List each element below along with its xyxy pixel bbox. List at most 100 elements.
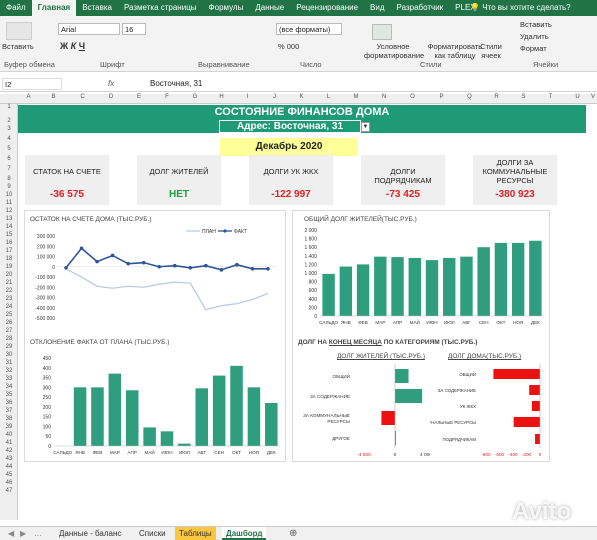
ribbon-tab-0[interactable]: Файл <box>0 0 32 16</box>
column-header[interactable]: A <box>18 94 39 100</box>
row-header[interactable]: 19 <box>0 264 18 270</box>
row-header[interactable]: 26 <box>0 320 18 326</box>
row-header[interactable]: 11 <box>0 200 18 206</box>
dropdown-arrow-icon[interactable]: ▼ <box>361 122 370 132</box>
row-header[interactable]: 1 <box>0 104 18 110</box>
row-header[interactable]: 16 <box>0 240 18 246</box>
row-header[interactable]: 27 <box>0 328 18 334</box>
formula-input[interactable]: Восточная, 31 <box>150 79 202 88</box>
delete-cells-button[interactable]: Удалить <box>520 32 549 41</box>
column-header[interactable]: U <box>564 94 591 100</box>
row-header[interactable]: 24 <box>0 304 18 310</box>
ribbon-tab-5[interactable]: Данные <box>249 0 290 16</box>
font-name-select[interactable]: Arial <box>58 23 120 35</box>
row-header[interactable]: 36 <box>0 400 18 406</box>
column-header[interactable]: H <box>209 94 234 100</box>
column-header[interactable]: J <box>261 94 288 100</box>
column-header[interactable]: T <box>537 94 564 100</box>
format-cells-button[interactable]: Формат <box>520 44 547 53</box>
row-header[interactable]: 20 <box>0 272 18 278</box>
row-header[interactable]: 28 <box>0 336 18 342</box>
column-header[interactable]: M <box>342 94 370 100</box>
row-header[interactable]: 10 <box>0 192 18 198</box>
row-header[interactable]: 29 <box>0 344 18 350</box>
column-header[interactable]: C <box>68 94 97 100</box>
tell-me-box[interactable]: 💡 Что вы хотите сделать? <box>470 3 571 12</box>
row-header[interactable]: 44 <box>0 464 18 470</box>
percent-button[interactable]: % 000 <box>278 42 299 51</box>
column-header[interactable]: D <box>97 94 125 100</box>
sheet-tab-lists[interactable]: Списки <box>135 527 170 540</box>
column-header[interactable]: I <box>234 94 261 100</box>
row-header[interactable]: 31 <box>0 360 18 366</box>
font-size-select[interactable]: 16 <box>122 23 146 35</box>
row-header[interactable]: 37 <box>0 408 18 414</box>
add-sheet-icon[interactable]: ⊕ <box>285 527 301 540</box>
cell-styles-button[interactable]: Стили ячеек <box>476 42 506 60</box>
nav-right-icon[interactable]: ▶ <box>16 527 30 540</box>
column-header[interactable]: L <box>315 94 342 100</box>
row-header[interactable]: 15 <box>0 232 18 238</box>
ribbon-tab-3[interactable]: Разметка страницы <box>118 0 203 16</box>
row-header[interactable]: 18 <box>0 256 18 262</box>
row-header[interactable]: 13 <box>0 216 18 222</box>
row-header[interactable]: 42 <box>0 448 18 454</box>
row-header[interactable]: 39 <box>0 424 18 430</box>
row-header[interactable]: 5 <box>0 146 18 152</box>
row-header[interactable]: 32 <box>0 368 18 374</box>
row-header[interactable]: 41 <box>0 440 18 446</box>
name-box[interactable]: I2 <box>2 78 62 90</box>
insert-cells-button[interactable]: Вставить <box>520 20 552 29</box>
row-header[interactable]: 2 <box>0 118 18 124</box>
column-header[interactable]: G <box>181 94 209 100</box>
column-header[interactable]: Q <box>456 94 483 100</box>
number-format-select[interactable]: (все форматы) <box>276 23 342 35</box>
row-header[interactable]: 46 <box>0 480 18 486</box>
row-header[interactable]: 43 <box>0 456 18 462</box>
row-header[interactable]: 35 <box>0 392 18 398</box>
column-header[interactable]: P <box>427 94 456 100</box>
row-header[interactable]: 9 <box>0 184 18 190</box>
column-header[interactable]: K <box>288 94 315 100</box>
paste-button[interactable]: Вставить <box>2 42 34 51</box>
column-header[interactable]: F <box>153 94 181 100</box>
column-header[interactable]: B <box>39 94 68 100</box>
ribbon-tab-8[interactable]: Разработчик <box>391 0 450 16</box>
ribbon-tab-2[interactable]: Вставка <box>76 0 118 16</box>
conditional-format-button[interactable]: Условное форматирование <box>364 42 424 60</box>
ribbon-tab-1[interactable]: Главная <box>31 0 77 16</box>
column-header[interactable]: O <box>398 94 427 100</box>
row-header[interactable]: 25 <box>0 312 18 318</box>
ribbon-tab-6[interactable]: Рецензирование <box>290 0 364 16</box>
row-header[interactable]: 33 <box>0 376 18 382</box>
column-header[interactable]: N <box>370 94 398 100</box>
row-header[interactable]: 40 <box>0 432 18 438</box>
row-header[interactable]: 3 <box>0 126 18 132</box>
sheet-tab-tables[interactable]: Таблицы <box>175 527 216 540</box>
row-header[interactable]: 8 <box>0 176 18 182</box>
row-header[interactable]: 23 <box>0 296 18 302</box>
column-header[interactable]: S <box>510 94 537 100</box>
column-header[interactable]: E <box>125 94 153 100</box>
more-sheets-icon[interactable]: … <box>30 527 46 540</box>
ribbon-tab-4[interactable]: Формулы <box>203 0 250 16</box>
row-header[interactable]: 12 <box>0 208 18 214</box>
row-header[interactable]: 6 <box>0 156 18 162</box>
row-header[interactable]: 21 <box>0 280 18 286</box>
row-header[interactable]: 17 <box>0 248 18 254</box>
address-selector[interactable]: Адрес: Восточная, 31 <box>219 120 361 133</box>
row-header[interactable]: 47 <box>0 488 18 494</box>
sheet-tab-balance[interactable]: Данные - баланс <box>55 527 125 540</box>
row-header[interactable]: 14 <box>0 224 18 230</box>
row-header[interactable]: 34 <box>0 384 18 390</box>
row-header[interactable]: 30 <box>0 352 18 358</box>
row-header[interactable]: 22 <box>0 288 18 294</box>
ribbon-tab-7[interactable]: Вид <box>364 0 390 16</box>
sheet-tab-dashboard[interactable]: Дашборд <box>222 527 267 540</box>
row-header[interactable]: 45 <box>0 472 18 478</box>
row-header[interactable]: 4 <box>0 136 18 142</box>
row-header[interactable]: 7 <box>0 166 18 172</box>
row-header[interactable]: 38 <box>0 416 18 422</box>
column-header[interactable]: V <box>591 94 595 100</box>
bold-button[interactable]: Ж К Ч <box>60 41 85 51</box>
